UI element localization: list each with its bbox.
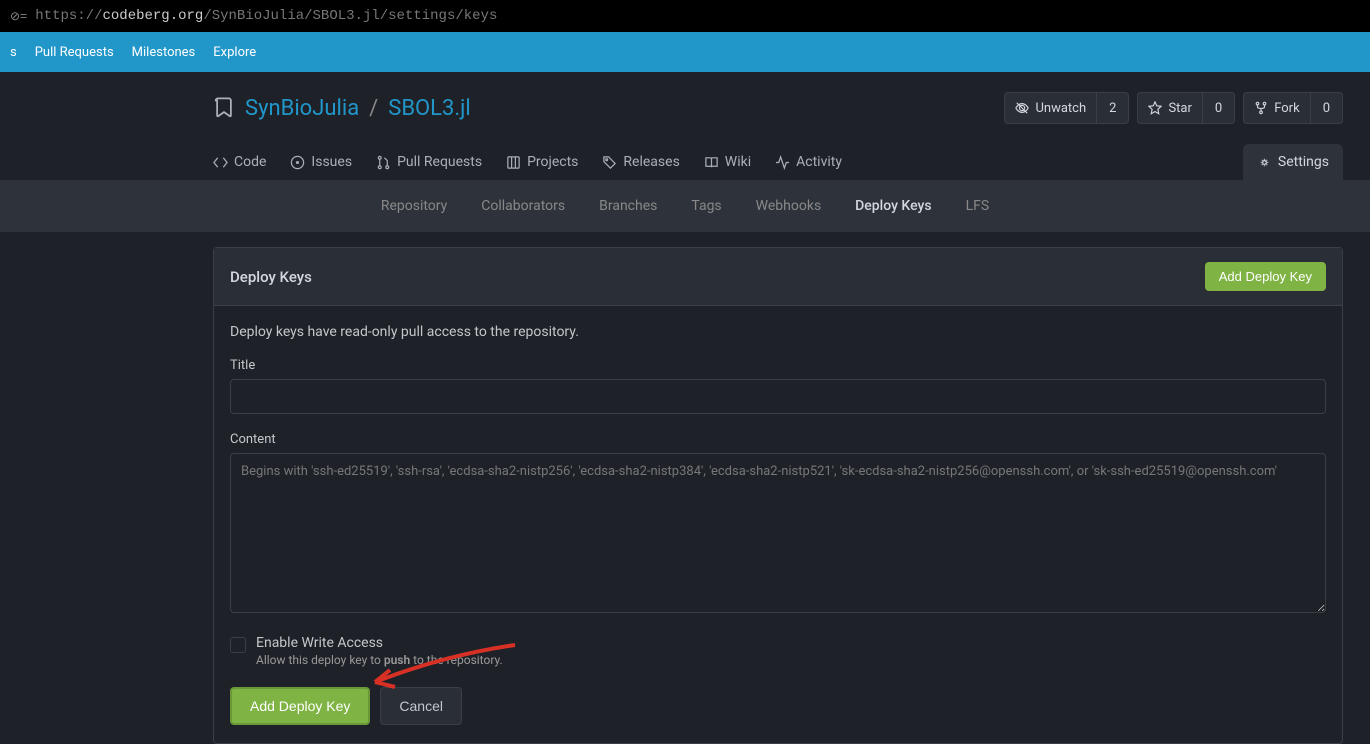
content-textarea[interactable] xyxy=(230,453,1326,613)
write-access-label[interactable]: Enable Write Access xyxy=(256,635,503,651)
deploy-keys-panel: Deploy Keys Add Deploy Key Deploy keys h… xyxy=(213,247,1343,744)
top-nav: s Pull Requests Milestones Explore xyxy=(0,32,1370,72)
panel-title: Deploy Keys xyxy=(230,268,312,286)
star-count[interactable]: 0 xyxy=(1202,93,1234,123)
write-access-row: Enable Write Access Allow this deploy ke… xyxy=(230,635,1326,667)
panel-body: Deploy keys have read-only pull access t… xyxy=(214,306,1342,743)
issues-icon xyxy=(290,155,305,170)
eye-icon xyxy=(1015,101,1029,115)
fork-count[interactable]: 0 xyxy=(1310,93,1342,123)
sub-tab-tags[interactable]: Tags xyxy=(691,198,721,214)
write-access-checkbox[interactable] xyxy=(230,637,246,653)
repo-title: SynBioJulia / SBOL3.jl xyxy=(213,96,471,121)
nav-pull-requests[interactable]: Pull Requests xyxy=(35,45,114,60)
tab-issues[interactable]: Issues xyxy=(290,144,352,180)
nav-explore[interactable]: Explore xyxy=(213,45,256,60)
nav-partial: s xyxy=(10,45,17,60)
repo-tabs: Code Issues Pull Requests Projects Relea… xyxy=(213,144,1343,180)
tab-wiki[interactable]: Wiki xyxy=(704,144,751,180)
title-label: Title xyxy=(230,358,1326,373)
tab-projects[interactable]: Projects xyxy=(506,144,578,180)
star-button[interactable]: Star 0 xyxy=(1137,92,1235,124)
settings-sub-tabs: Repository Collaborators Branches Tags W… xyxy=(0,180,1370,232)
sub-tab-lfs[interactable]: LFS xyxy=(966,198,990,214)
sub-tab-branches[interactable]: Branches xyxy=(599,198,657,214)
settings-icon xyxy=(1257,155,1272,170)
tab-activity[interactable]: Activity xyxy=(775,144,842,180)
sub-tab-webhooks[interactable]: Webhooks xyxy=(756,198,822,214)
tab-pulls[interactable]: Pull Requests xyxy=(376,144,482,180)
main-content: Deploy Keys Add Deploy Key Deploy keys h… xyxy=(213,247,1343,744)
lock-icon: ⊘= xyxy=(10,9,27,24)
watch-count[interactable]: 2 xyxy=(1096,93,1128,123)
url-bar: ⊘= https://codeberg.org/SynBioJulia/SBOL… xyxy=(0,0,1370,32)
tab-code[interactable]: Code xyxy=(213,144,266,180)
activity-icon xyxy=(775,155,790,170)
unwatch-button[interactable]: Unwatch 2 xyxy=(1004,92,1129,124)
panel-description: Deploy keys have read-only pull access t… xyxy=(230,324,1326,340)
tab-releases[interactable]: Releases xyxy=(602,144,679,180)
repo-icon xyxy=(213,97,235,119)
code-icon xyxy=(213,155,228,170)
git-pull-icon xyxy=(376,155,391,170)
repo-name-link[interactable]: SBOL3.jl xyxy=(388,96,471,121)
repo-owner-link[interactable]: SynBioJulia xyxy=(245,96,359,121)
cancel-button[interactable]: Cancel xyxy=(380,687,462,725)
write-access-help: Allow this deploy key to push to the rep… xyxy=(256,653,503,667)
book-icon xyxy=(704,155,719,170)
add-deploy-key-header-button[interactable]: Add Deploy Key xyxy=(1205,262,1326,291)
panel-header: Deploy Keys Add Deploy Key xyxy=(214,248,1342,306)
form-actions: Add Deploy Key Cancel xyxy=(230,687,1326,725)
sub-tab-repository[interactable]: Repository xyxy=(381,198,447,214)
star-icon xyxy=(1148,101,1162,115)
sub-tab-deploy-keys[interactable]: Deploy Keys xyxy=(855,198,931,214)
url-text[interactable]: https://codeberg.org/SynBioJulia/SBOL3.j… xyxy=(35,8,497,24)
repo-actions: Unwatch 2 Star 0 Fork 0 xyxy=(1004,92,1343,124)
tab-settings[interactable]: Settings xyxy=(1243,144,1343,180)
tag-icon xyxy=(602,155,617,170)
fork-icon xyxy=(1254,101,1268,115)
add-deploy-key-button[interactable]: Add Deploy Key xyxy=(230,687,370,725)
repo-separator: / xyxy=(369,96,378,121)
fork-button[interactable]: Fork 0 xyxy=(1243,92,1343,124)
content-label: Content xyxy=(230,432,1326,447)
nav-milestones[interactable]: Milestones xyxy=(132,45,196,60)
sub-tab-collaborators[interactable]: Collaborators xyxy=(481,198,565,214)
repo-header: SynBioJulia / SBOL3.jl Unwatch 2 Star 0 xyxy=(0,72,1370,180)
project-icon xyxy=(506,155,521,170)
title-input[interactable] xyxy=(230,379,1326,414)
